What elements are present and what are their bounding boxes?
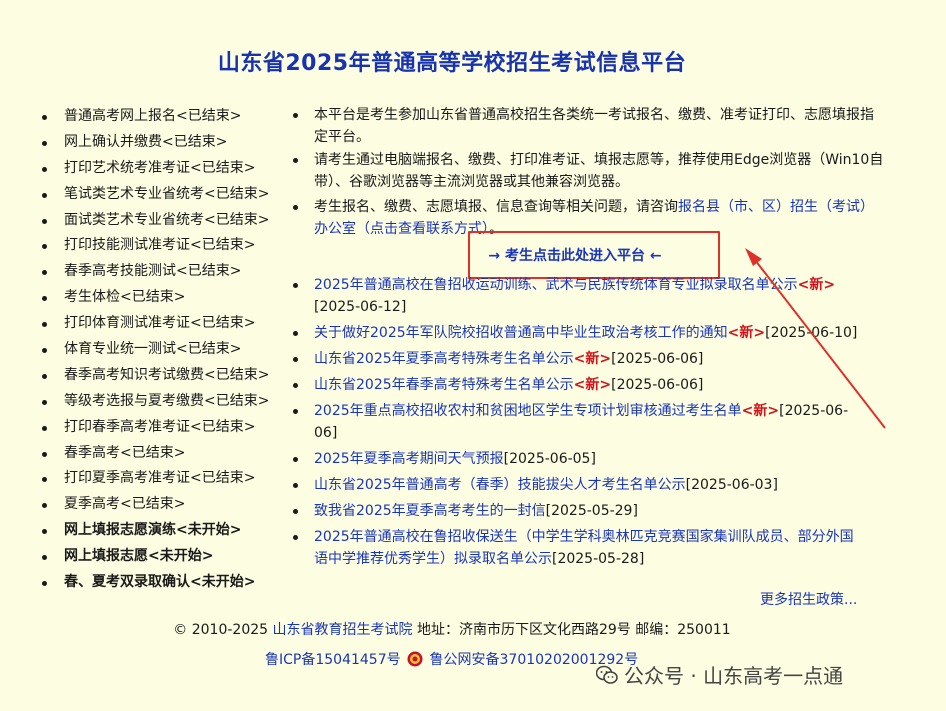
left-menu-item[interactable]: 笔试类艺术专业省统考<已结束>: [40, 182, 269, 208]
left-menu-item[interactable]: 考生体检<已结束>: [40, 285, 269, 311]
news-link[interactable]: 2025年普通高校在鲁招收运动训练、武术与民族传统体育专业拟录取名单公示: [314, 277, 798, 293]
watermark: 公众号 · 山东高考一点通: [596, 660, 843, 689]
page-title: 山东省2025年普通高等学校招生考试信息平台: [217, 51, 687, 76]
left-menu-item[interactable]: 打印春季高考准考证<已结束>: [40, 415, 269, 441]
footer-copyright: © 2010-2025 山东省教育招生考试院 地址：济南市历下区文化西路29号 …: [0, 619, 904, 639]
news-item: 关于做好2025年军队院校招收普通高中毕业生政治考核工作的通知<新>[2025-…: [290, 322, 860, 344]
new-badge: <新>: [797, 277, 836, 293]
new-badge: <新>: [573, 351, 612, 367]
left-menu-item[interactable]: 打印夏季高考准考证<已结束>: [40, 466, 269, 492]
news-link[interactable]: 山东省2025年夏季高考特殊考生名单公示: [314, 351, 574, 367]
news-date: [2025-06-06]: [611, 377, 704, 393]
left-menu-item[interactable]: 打印艺术统考准考证<已结束>: [40, 156, 269, 182]
org-link[interactable]: 山东省教育招生考试院: [273, 622, 413, 638]
left-menu-item[interactable]: 春季高考知识考试缴费<已结束>: [40, 363, 269, 389]
news-link[interactable]: 山东省2025年普通高考（春季）技能拔尖人才考生名单公示: [314, 477, 686, 493]
news-date: [2025-06-12]: [314, 299, 407, 315]
news-item: 2025年夏季高考期间天气预报[2025-06-05]: [290, 448, 860, 470]
left-menu-item[interactable]: 春季高考<已结束>: [40, 441, 269, 467]
left-menu-item[interactable]: 面试类艺术专业省统考<已结束>: [40, 208, 269, 234]
left-menu-item[interactable]: 打印体育测试准考证<已结束>: [40, 311, 269, 337]
left-menu-item[interactable]: 网上填报志愿演练<未开始>: [40, 518, 269, 544]
watermark-text: 公众号 · 山东高考一点通: [624, 664, 844, 688]
news-item: 山东省2025年夏季高考特殊考生名单公示<新>[2025-06-06]: [290, 348, 860, 370]
left-menu-item[interactable]: 夏季高考<已结束>: [40, 492, 269, 518]
news-item: 山东省2025年春季高考特殊考生名单公示<新>[2025-06-06]: [290, 374, 860, 396]
icp-link[interactable]: 鲁ICP备15041457号: [265, 652, 401, 668]
news-date: [2025-05-28]: [552, 551, 645, 567]
footer-registration: 鲁ICP备15041457号 鲁公网安备37010202001292号: [265, 649, 638, 669]
notice-contact-prefix: 考生报名、缴费、志愿填报、信息查询等相关问题，请咨询: [314, 199, 678, 215]
news-link[interactable]: 关于做好2025年军队院校招收普通高中毕业生政治考核工作的通知: [314, 325, 728, 341]
new-badge: <新>: [727, 325, 766, 341]
left-menu-item[interactable]: 网上确认并缴费<已结束>: [40, 130, 269, 156]
left-menu-item[interactable]: 等级考选报与夏考缴费<已结束>: [40, 389, 269, 415]
news-date: [2025-06-05]: [503, 451, 596, 467]
more-policies-link[interactable]: 更多招生政策...: [760, 589, 857, 609]
notice-browser: 请考生通过电脑端报名、缴费、打印准考证、填报志愿等，推荐使用Edge浏览器（Wi…: [290, 149, 884, 193]
news-item: 2025年重点高校招收农村和贫困地区学生专项计划审核通过考生名单<新>[2025…: [290, 400, 860, 444]
news-item: 致我省2025年夏季高考考生的一封信[2025-05-29]: [290, 500, 860, 522]
new-badge: <新>: [573, 377, 612, 393]
news-date: [2025-06-03]: [685, 477, 778, 493]
left-menu-item[interactable]: 体育专业统一测试<已结束>: [40, 337, 269, 363]
news-link[interactable]: 山东省2025年春季高考特殊考生名单公示: [314, 377, 574, 393]
left-menu-item[interactable]: 网上填报志愿<未开始>: [40, 544, 269, 570]
left-menu-item[interactable]: 普通高考网上报名<已结束>: [40, 104, 269, 130]
news-date: [2025-06-06]: [611, 351, 704, 367]
copyright-text: © 2010-2025: [173, 622, 273, 638]
news-link[interactable]: 2025年夏季高考期间天气预报: [314, 451, 504, 467]
left-menu: 普通高考网上报名<已结束> 网上确认并缴费<已结束> 打印艺术统考准考证<已结束> 笔…: [40, 104, 269, 596]
left-menu-item[interactable]: 春季高考技能测试<已结束>: [40, 259, 269, 285]
news-link[interactable]: 2025年重点高校招收农村和贫困地区学生专项计划审核通过考生名单: [314, 403, 742, 419]
news-date: [2025-05-29]: [545, 503, 638, 519]
new-badge: <新>: [741, 403, 780, 419]
news-item: 山东省2025年普通高考（春季）技能拔尖人才考生名单公示[2025-06-03]: [290, 474, 860, 496]
left-menu-item[interactable]: 打印技能测试准考证<已结束>: [40, 233, 269, 259]
address-text: 地址：济南市历下区文化西路29号 邮编：250011: [412, 622, 731, 638]
left-menu-item[interactable]: 春、夏考双录取确认<未开始>: [40, 570, 269, 596]
wechat-icon: [596, 665, 618, 684]
enter-platform-link[interactable]: → 考生点击此处进入平台 ←: [290, 245, 860, 265]
news-item: 2025年普通高校在鲁招收保送生（中学生学科奥林匹克竞赛国家集训队成员、部分外国…: [290, 526, 860, 570]
news-date: [2025-06-10]: [765, 325, 858, 341]
news-link[interactable]: 致我省2025年夏季高考考生的一封信: [314, 503, 546, 519]
news-item: 2025年普通高校在鲁招收运动训练、武术与民族传统体育专业拟录取名单公示<新> […: [290, 274, 860, 318]
news-list: 2025年普通高校在鲁招收运动训练、武术与民族传统体育专业拟录取名单公示<新>[…: [290, 274, 860, 574]
police-badge-icon: [407, 651, 423, 667]
notice-platform-purpose: 本平台是考生参加山东省普通高校招生各类统一考试报名、缴费、准考证打印、志愿填报指…: [290, 104, 884, 148]
